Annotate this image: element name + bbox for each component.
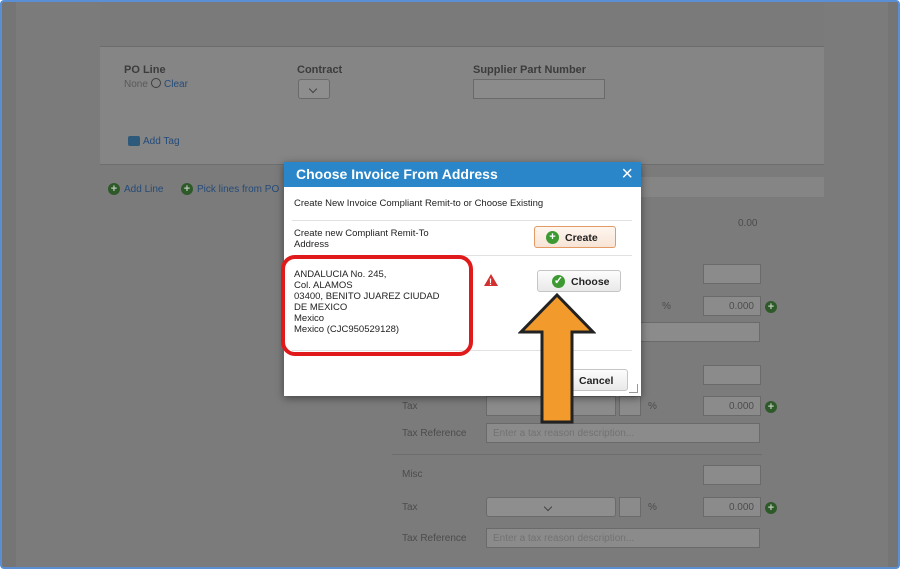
amount-value: 0.00 <box>738 218 758 229</box>
search-icon[interactable] <box>151 78 161 88</box>
supplier-part-number-input[interactable] <box>473 79 605 99</box>
tax-reference-input-2[interactable]: Enter a tax reason description... <box>486 423 760 443</box>
add-tag-link[interactable]: Add Tag <box>143 136 180 147</box>
dialog-header: Choose Invoice From Address × <box>284 162 641 187</box>
tax-reference-label-2: Tax Reference <box>402 428 467 439</box>
add-line-link[interactable]: Add Line <box>124 184 163 195</box>
po-line-value: None <box>124 79 148 90</box>
address-highlight-box <box>281 255 473 356</box>
contract-label: Contract <box>297 64 343 76</box>
section-divider <box>392 454 762 455</box>
tax-reference-input-1[interactable] <box>640 322 760 342</box>
choose-button-label: Choose <box>571 276 610 288</box>
create-button[interactable]: + Create <box>534 226 616 248</box>
po-line-label: PO Line <box>124 64 166 76</box>
po-line-clear-link[interactable]: Clear <box>164 79 188 90</box>
tax-reference-input-3[interactable]: Enter a tax reason description... <box>486 528 760 548</box>
pick-lines-link[interactable]: Pick lines from PO <box>197 184 279 195</box>
arrow-up-annotation <box>518 292 596 424</box>
add-tax-icon-1[interactable]: + <box>765 301 777 313</box>
choose-button[interactable]: ✓ Choose <box>537 270 621 292</box>
screen-frame: PO Line None Clear Contract Supplier Par… <box>0 0 900 569</box>
misc-amount-input[interactable] <box>703 465 761 485</box>
totals-header-strip <box>641 177 824 197</box>
tax-amount-input-2[interactable]: 0.000 <box>703 396 761 416</box>
tax-type-select-3[interactable] <box>486 497 616 517</box>
close-icon[interactable]: × <box>621 163 633 185</box>
tax-reference-placeholder-3: Enter a tax reason description... <box>493 533 635 544</box>
supplier-part-number-label: Supplier Part Number <box>473 64 587 76</box>
dialog-divider-1 <box>292 220 632 221</box>
chevron-down-icon <box>308 84 318 94</box>
tax-amount-value-1: 0.000 <box>728 301 754 312</box>
add-tax-icon-3[interactable]: + <box>765 502 777 514</box>
tax-label-3: Tax <box>402 502 418 513</box>
create-remit-to-label-line1: Create new Compliant Remit-To <box>294 228 429 239</box>
warning-exclamation: ! <box>489 277 492 287</box>
card-header-bar <box>100 2 824 47</box>
tax-rate-input-2[interactable] <box>619 396 641 416</box>
contract-select[interactable] <box>298 79 330 99</box>
add-tax-icon-2[interactable]: + <box>765 401 777 413</box>
misc-label: Misc <box>402 469 423 480</box>
tax-amount-input-1[interactable]: 0.000 <box>703 296 761 316</box>
dialog-title: Choose Invoice From Address <box>296 166 498 182</box>
tax-label-2: Tax <box>402 401 418 412</box>
chevron-down-icon <box>543 502 553 512</box>
pick-lines-icon: + <box>181 183 193 195</box>
checkmark-icon: ✓ <box>552 275 565 288</box>
add-line-icon: + <box>108 183 120 195</box>
tax-rate-input-3[interactable] <box>619 497 641 517</box>
percent-sign-3: % <box>648 502 657 513</box>
percent-sign-1: % <box>662 301 671 312</box>
tax-amount-input-3[interactable]: 0.000 <box>703 497 761 517</box>
charge-amount-input-2[interactable] <box>703 365 761 385</box>
plus-icon: + <box>546 231 559 244</box>
tax-reference-label-3: Tax Reference <box>402 533 467 544</box>
line-item-card: PO Line None Clear Contract Supplier Par… <box>100 2 824 165</box>
create-remit-to-label-line2: Address <box>294 239 329 250</box>
percent-sign-2: % <box>648 401 657 412</box>
dialog-instruction: Create New Invoice Compliant Remit-to or… <box>294 198 544 209</box>
tax-reference-placeholder-2: Enter a tax reason description... <box>493 428 635 439</box>
charge-amount-input-1[interactable] <box>703 264 761 284</box>
create-button-label: Create <box>565 232 598 244</box>
tax-amount-value-2: 0.000 <box>728 401 754 412</box>
resize-handle[interactable] <box>629 384 638 393</box>
tax-amount-value-3: 0.000 <box>728 502 754 513</box>
tag-icon <box>128 136 140 146</box>
